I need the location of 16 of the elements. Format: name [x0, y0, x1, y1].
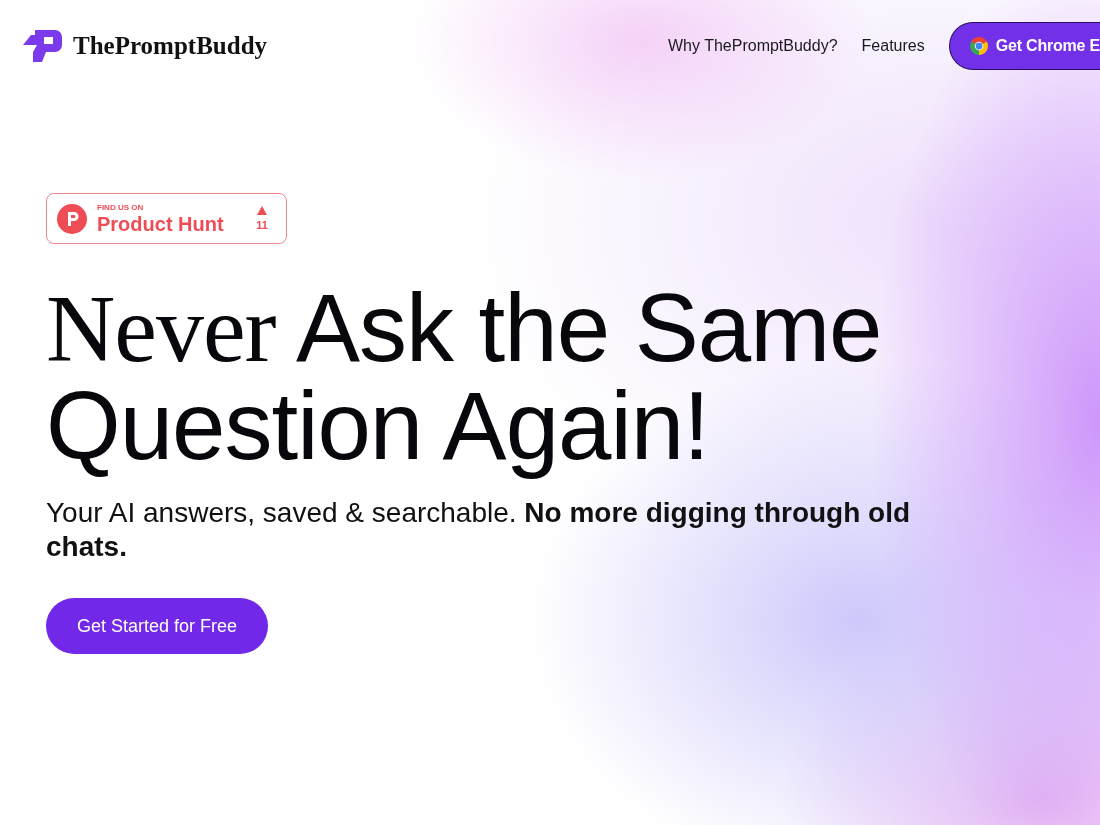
logo-icon — [22, 29, 62, 63]
nav-link[interactable]: Features — [861, 37, 925, 55]
badge-caption: FIND US ON — [97, 202, 145, 213]
nav-link[interactable]: Why ThePromptBuddy? — [668, 37, 838, 55]
subtitle: Your AI answers, saved & searchable. No more digging through old chats. — [46, 496, 912, 564]
headline: Never Ask the Same Question Again! — [46, 279, 883, 481]
p-circle-icon — [57, 203, 87, 234]
get-chrome-extension-button[interactable]: Get Chrome E — [948, 22, 1100, 70]
get-started-button[interactable]: Get Started for Free — [46, 598, 268, 654]
triangle-up-icon — [257, 206, 268, 215]
badge-title: Product Hunt — [97, 212, 224, 235]
chrome-icon — [969, 37, 988, 55]
logo-text: ThePromptBuddy — [73, 32, 268, 60]
upvote-count: 11 — [256, 219, 268, 231]
logo[interactable]: ThePromptBuddy — [22, 29, 268, 63]
product-hunt-badge[interactable]: FIND US ON Product Hunt 11 — [46, 193, 287, 244]
